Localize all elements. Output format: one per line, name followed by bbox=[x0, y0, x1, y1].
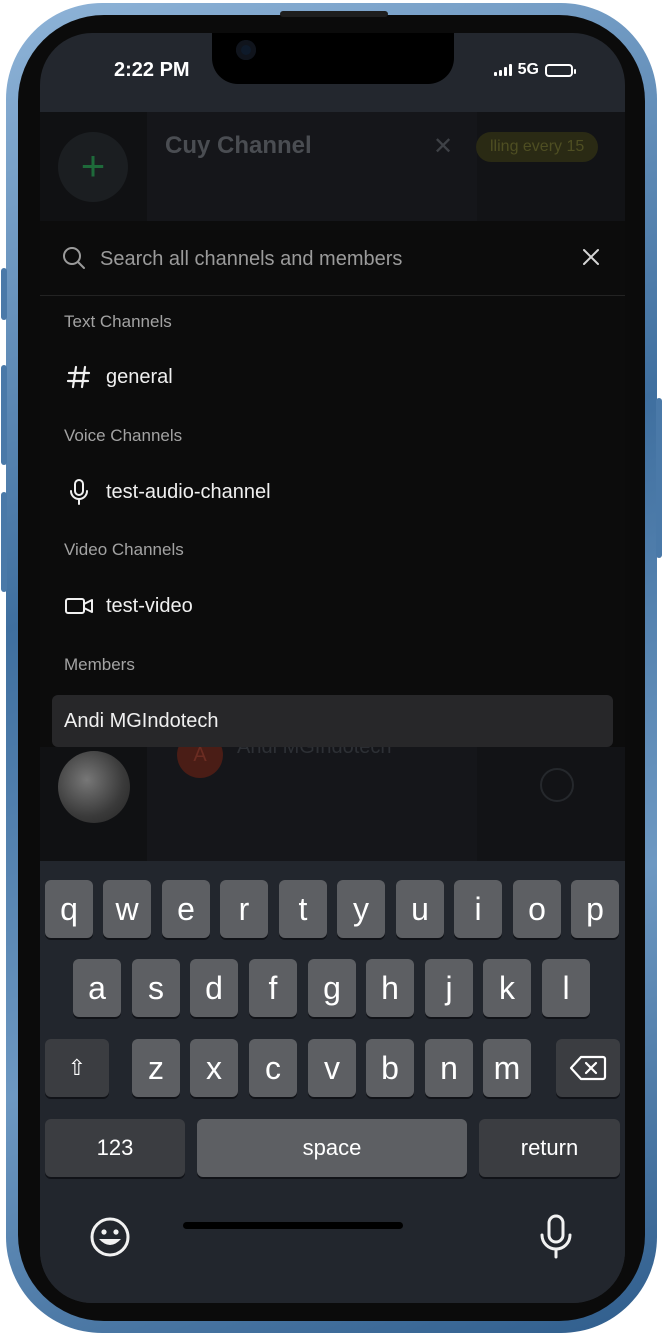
key-u[interactable]: u bbox=[396, 880, 444, 938]
key-e[interactable]: e bbox=[162, 880, 210, 938]
user-avatar bbox=[58, 751, 130, 823]
search-icon bbox=[63, 247, 85, 269]
channel-name: test-video bbox=[106, 594, 193, 617]
home-indicator[interactable] bbox=[183, 1222, 403, 1229]
key-o[interactable]: o bbox=[513, 880, 561, 938]
space-key[interactable]: space bbox=[197, 1119, 467, 1177]
emoji-icon[interactable] bbox=[88, 1215, 132, 1259]
channel-item-general[interactable]: general bbox=[52, 351, 613, 403]
voice-channels-heading: Voice Channels bbox=[64, 426, 183, 445]
key-g[interactable]: g bbox=[308, 959, 356, 1017]
backspace-icon bbox=[569, 1055, 607, 1081]
backspace-key[interactable] bbox=[556, 1039, 620, 1097]
phone-screen: + Cuy Channel ✕ A Andi MGIndotech lling … bbox=[40, 33, 625, 1303]
emoji-icon bbox=[540, 768, 574, 802]
return-key[interactable]: return bbox=[479, 1119, 620, 1177]
key-t[interactable]: t bbox=[279, 880, 327, 938]
battery-icon bbox=[545, 63, 576, 77]
key-l[interactable]: l bbox=[542, 959, 590, 1017]
members-heading: Members bbox=[64, 655, 135, 674]
front-camera bbox=[236, 40, 256, 60]
channel-item-test-video[interactable]: test-video bbox=[52, 580, 613, 632]
shift-key[interactable]: ⇧ bbox=[45, 1039, 109, 1097]
key-x[interactable]: x bbox=[190, 1039, 238, 1097]
on-screen-keyboard: q w e r t y u i o p a s d f g h j k l ⇧ … bbox=[40, 861, 625, 1303]
member-item-andi[interactable]: Andi MGIndotech bbox=[52, 695, 613, 747]
video-channels-heading: Video Channels bbox=[64, 540, 184, 559]
key-p[interactable]: p bbox=[571, 880, 619, 938]
channel-name: general bbox=[106, 365, 173, 388]
key-b[interactable]: b bbox=[366, 1039, 414, 1097]
key-m[interactable]: m bbox=[483, 1039, 531, 1097]
close-icon: ✕ bbox=[433, 133, 454, 160]
key-r[interactable]: r bbox=[220, 880, 268, 938]
network-label: 5G bbox=[517, 61, 539, 78]
signal-icon bbox=[493, 64, 512, 76]
search-input[interactable] bbox=[98, 239, 562, 279]
search-palette: Text Channels general Voice Channels tes… bbox=[40, 221, 625, 747]
dictation-microphone-icon[interactable] bbox=[534, 1213, 578, 1261]
member-name: Andi MGIndotech bbox=[64, 709, 219, 732]
key-a[interactable]: a bbox=[73, 959, 121, 1017]
status-time: 2:22 PM bbox=[114, 59, 190, 81]
key-f[interactable]: f bbox=[249, 959, 297, 1017]
key-k[interactable]: k bbox=[483, 959, 531, 1017]
key-j[interactable]: j bbox=[425, 959, 473, 1017]
numbers-key[interactable]: 123 bbox=[45, 1119, 185, 1177]
microphone-icon bbox=[64, 477, 94, 507]
key-v[interactable]: v bbox=[308, 1039, 356, 1097]
key-h[interactable]: h bbox=[366, 959, 414, 1017]
close-icon[interactable] bbox=[578, 244, 604, 270]
action-button bbox=[1, 268, 7, 320]
channel-title: Cuy Channel bbox=[165, 132, 312, 159]
notice-pill: lling every 15 bbox=[476, 132, 599, 162]
volume-down-button bbox=[1, 492, 7, 592]
key-s[interactable]: s bbox=[132, 959, 180, 1017]
earpiece-speaker bbox=[280, 11, 388, 17]
channel-item-test-audio-channel[interactable]: test-audio-channel bbox=[52, 466, 613, 518]
key-c[interactable]: c bbox=[249, 1039, 297, 1097]
key-i[interactable]: i bbox=[454, 880, 502, 938]
key-d[interactable]: d bbox=[190, 959, 238, 1017]
key-z[interactable]: z bbox=[132, 1039, 180, 1097]
video-camera-icon bbox=[64, 591, 94, 621]
text-channels-heading: Text Channels bbox=[64, 312, 172, 331]
key-q[interactable]: q bbox=[45, 880, 93, 938]
channel-name: test-audio-channel bbox=[106, 480, 271, 503]
add-server-button: + bbox=[58, 132, 128, 202]
key-w[interactable]: w bbox=[103, 880, 151, 938]
volume-up-button bbox=[1, 365, 7, 465]
power-button bbox=[656, 398, 662, 558]
search-bar bbox=[40, 221, 625, 296]
key-n[interactable]: n bbox=[425, 1039, 473, 1097]
hash-icon bbox=[64, 362, 94, 392]
key-y[interactable]: y bbox=[337, 880, 385, 938]
status-indicators: 5G bbox=[493, 61, 576, 79]
